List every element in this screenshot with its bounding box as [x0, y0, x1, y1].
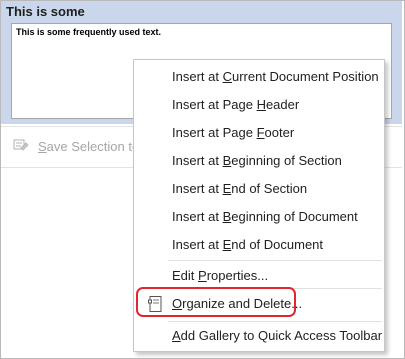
menu-separator: [168, 260, 382, 261]
menu-item-label: Insert at End of Document: [172, 237, 324, 252]
menu-separator: [168, 321, 382, 322]
preview-text: This is some frequently used text.: [16, 27, 162, 37]
menu-item-insert-page-footer[interactable]: Insert at Page Footer: [134, 120, 384, 146]
organize-highlight-outline: [136, 287, 296, 317]
save-selection-icon: [13, 137, 29, 153]
menu-item-insert-end-of-section[interactable]: Insert at End of Section: [134, 176, 384, 202]
menu-item-label: Insert at Page Header: [172, 97, 300, 112]
gallery-title: This is some: [6, 4, 85, 19]
menu-item-label: Insert at Current Document Position: [172, 69, 379, 84]
menu-item-insert-beginning-of-document[interactable]: Insert at Beginning of Document: [134, 204, 384, 230]
menu-item-insert-page-header[interactable]: Insert at Page Header: [134, 92, 384, 118]
menu-item-label: Insert at Beginning of Document: [172, 209, 358, 224]
menu-item-insert-beginning-of-section[interactable]: Insert at Beginning of Section: [134, 148, 384, 174]
menu-item-label: Insert at Page Footer: [172, 125, 295, 140]
menu-item-label: Insert at End of Section: [172, 181, 308, 196]
menu-item-insert-current-position[interactable]: Insert at Current Document Position: [134, 64, 384, 90]
menu-item-label: Edit Properties...: [172, 268, 269, 283]
menu-item-add-gallery-to-qat[interactable]: Add Gallery to Quick Access Toolbar: [134, 323, 384, 349]
menu-item-label: Insert at Beginning of Section: [172, 153, 342, 168]
menu-item-insert-end-of-document[interactable]: Insert at End of Document: [134, 232, 384, 258]
menu-item-label: Add Gallery to Quick Access Toolbar: [172, 328, 383, 343]
menu-item-edit-properties[interactable]: Edit Properties...: [134, 263, 384, 289]
